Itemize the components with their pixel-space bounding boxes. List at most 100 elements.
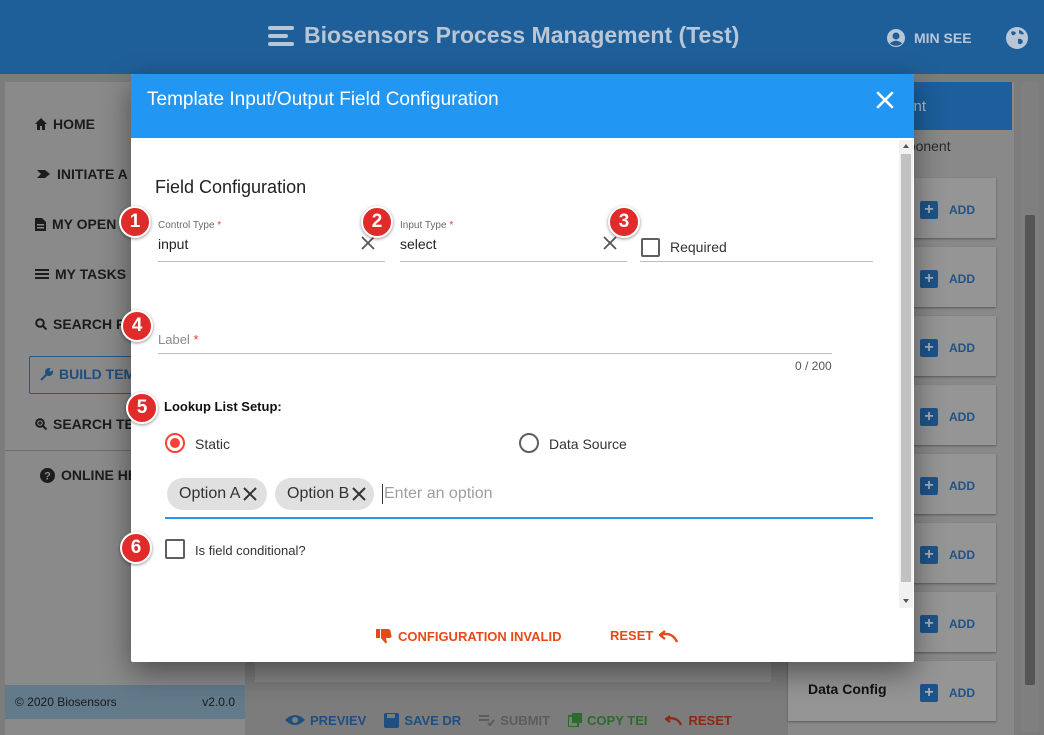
bars-icon[interactable]	[268, 25, 294, 47]
control-type-label: Control Type	[158, 220, 215, 231]
user-circle-icon	[887, 29, 905, 47]
callout-marker-2: 2	[361, 206, 393, 238]
radio-static[interactable]	[165, 433, 185, 453]
conditional-label: Is field conditional?	[195, 543, 306, 558]
required-label: Required	[670, 239, 727, 255]
label-input[interactable]: Label *	[158, 332, 832, 354]
chip-remove-icon[interactable]	[351, 486, 367, 502]
chevron-icon	[37, 170, 50, 178]
scroll-up-arrow[interactable]	[903, 144, 909, 148]
save-draft-button[interactable]: SAVE DR	[384, 712, 461, 728]
footer-version: v2.0.0	[202, 695, 235, 709]
user-menu[interactable]: MIN SEE	[886, 28, 972, 48]
radio-data-source[interactable]	[519, 433, 539, 453]
question-icon: ?	[40, 467, 55, 483]
sidebar-item-search-p[interactable]: SEARCH P	[35, 316, 125, 332]
chip-option-a[interactable]: Option A	[167, 478, 267, 510]
user-name: MIN SEE	[914, 30, 972, 46]
callout-marker-6: 6	[120, 532, 152, 564]
chip-remove-icon[interactable]	[242, 486, 258, 502]
chip-label: Option B	[287, 485, 350, 502]
required-mark: *	[449, 220, 454, 231]
radio-dot	[170, 438, 180, 448]
radio-data-source-label: Data Source	[549, 436, 627, 452]
label-char-counter: 0 / 200	[795, 359, 832, 373]
chip-label: Option A	[179, 485, 241, 502]
plus-icon: +	[920, 339, 938, 357]
plus-icon: +	[920, 546, 938, 564]
list-icon	[35, 269, 49, 279]
callout-marker-4: 4	[121, 310, 153, 342]
dialog-title: Template Input/Output Field Configuratio…	[147, 89, 499, 110]
plus-icon: +	[920, 270, 938, 288]
clear-icon[interactable]	[603, 236, 617, 250]
label-field-label: Label	[158, 332, 190, 347]
plus-icon: +	[920, 477, 938, 495]
sidebar-item-build-template[interactable]: BUILD TEMI	[40, 366, 139, 382]
configuration-invalid-button[interactable]: CONFIGURATION INVALID	[376, 628, 561, 644]
footer-copyright: © 2020 Biosensors	[15, 695, 117, 709]
sidebar-item-online-help[interactable]: ? ONLINE HE	[40, 467, 137, 483]
component-add-button[interactable]: + ADD	[920, 339, 975, 357]
input-type-label: Input Type	[400, 220, 447, 231]
app-header: Biosensors Process Management (Test) MIN…	[0, 0, 1044, 74]
playlist-check-icon	[479, 715, 495, 726]
file-icon	[35, 217, 46, 231]
component-add-button[interactable]: + ADD	[920, 615, 975, 633]
close-icon[interactable]	[874, 89, 896, 111]
required-checkbox[interactable]	[641, 238, 660, 257]
dialog-actions: CONFIGURATION INVALID RESET	[131, 624, 899, 646]
app-title-text: Biosensors Process Management (Test)	[304, 22, 740, 48]
dialog-scrollbar-thumb[interactable]	[901, 154, 911, 582]
builder-toolbar: PREVIEV SAVE DR SUBMIT COPY TEI RESET	[255, 705, 771, 735]
text-caret	[382, 484, 383, 504]
app-title: Biosensors Process Management (Test)	[268, 22, 739, 49]
plus-icon: +	[920, 615, 938, 633]
required-mark: *	[193, 332, 199, 347]
sidebar-item-search-te[interactable]: SEARCH TE	[35, 416, 134, 432]
copy-icon	[568, 713, 583, 727]
undo-icon	[665, 715, 683, 726]
submit-button[interactable]: SUBMIT	[479, 713, 550, 728]
sidebar-item-my-open[interactable]: MY OPEN	[35, 216, 116, 232]
sidebar-item-my-tasks[interactable]: MY TASKS	[35, 266, 126, 282]
component-add-button[interactable]: + ADD	[920, 270, 975, 288]
chip-option-b[interactable]: Option B	[275, 478, 374, 510]
thumbs-down-icon	[376, 629, 392, 644]
plus-icon: +	[920, 408, 938, 426]
plus-icon: +	[920, 684, 938, 702]
undo-icon	[659, 629, 679, 643]
scroll-down-arrow[interactable]	[903, 599, 909, 603]
eye-icon	[285, 715, 305, 725]
input-type-select[interactable]: Input Type * select	[400, 220, 627, 262]
sidebar-item-initiate[interactable]: INITIATE A	[35, 166, 128, 182]
reset-button[interactable]: RESET	[610, 628, 679, 643]
component-add-button[interactable]: + ADD	[920, 684, 975, 702]
search-plus-icon	[35, 418, 47, 430]
component-add-button[interactable]: + ADD	[920, 477, 975, 495]
component-add-button[interactable]: + ADD	[920, 546, 975, 564]
sidebar-item-home[interactable]: HOME	[35, 116, 95, 132]
copy-template-button[interactable]: COPY TEI	[568, 713, 647, 728]
section-title: Field Configuration	[155, 177, 307, 197]
control-type-value: input	[158, 236, 189, 252]
option-input[interactable]	[384, 482, 684, 506]
clear-icon[interactable]	[361, 236, 375, 250]
component-card-data-config: Data Config + ADD	[788, 661, 996, 721]
lookup-list-title: Lookup List Setup:	[164, 399, 282, 414]
builder-reset-button[interactable]: RESET	[665, 713, 732, 728]
control-type-select[interactable]: Control Type * input	[158, 220, 385, 262]
globe-icon[interactable]	[1005, 26, 1029, 50]
wrench-icon	[40, 367, 53, 381]
component-add-button[interactable]: + ADD	[920, 408, 975, 426]
conditional-checkbox[interactable]	[165, 539, 185, 559]
radio-static-label: Static	[195, 436, 231, 452]
field-underline	[640, 261, 873, 262]
component-add-button[interactable]: + ADD	[920, 201, 975, 219]
required-mark: *	[217, 220, 222, 231]
page-scrollbar-thumb[interactable]	[1025, 215, 1035, 685]
search-icon	[35, 318, 47, 330]
callout-marker-3: 3	[608, 206, 640, 238]
option-input-underline	[165, 517, 873, 519]
preview-button[interactable]: PREVIEV	[285, 713, 366, 728]
